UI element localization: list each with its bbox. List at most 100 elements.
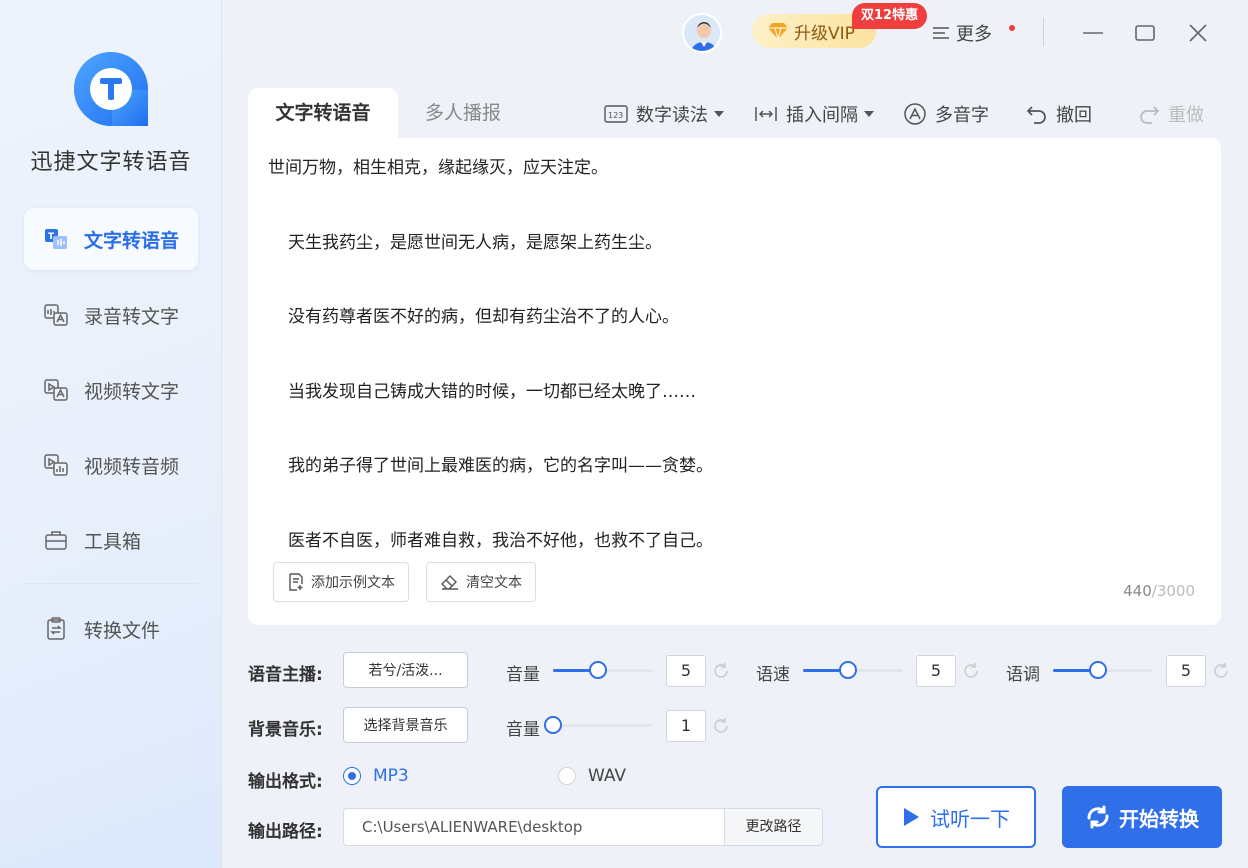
- sidebar-divider: [24, 583, 198, 584]
- toolbox-icon: [42, 526, 70, 554]
- title-bar: 升级VIP 双12特惠 更多: [222, 0, 1248, 68]
- sidebar-item-video-to-audio[interactable]: 视频转音频: [24, 434, 198, 496]
- background-music-label: 背景音乐:: [248, 720, 323, 740]
- notification-dot: [1009, 25, 1015, 31]
- radio-dot: [558, 767, 576, 785]
- bgm-volume-value[interactable]: 1: [666, 710, 706, 742]
- sidebar-item-label: 录音转文字: [84, 305, 180, 328]
- speed-slider[interactable]: [803, 661, 903, 679]
- insert-pause-dropdown[interactable]: 插入间隔: [754, 98, 874, 130]
- voice-anchor-select[interactable]: 若兮/活泼...: [343, 652, 468, 688]
- audio-to-text-icon: [42, 301, 70, 329]
- sidebar-item-audio-to-text[interactable]: 录音转文字: [24, 284, 198, 346]
- volume-value[interactable]: 5: [666, 655, 706, 687]
- slider-thumb[interactable]: [544, 716, 562, 734]
- slider-thumb[interactable]: [1089, 661, 1107, 679]
- pitch-label: 语调: [1006, 665, 1040, 685]
- volume-slider[interactable]: [553, 661, 653, 679]
- sidebar-item-label: 转换文件: [84, 619, 161, 642]
- more-menu-button[interactable]: 更多: [932, 20, 992, 46]
- reset-icon[interactable]: [961, 661, 981, 681]
- sidebar-item-text-to-speech[interactable]: T 文字转语音: [24, 208, 198, 270]
- chevron-down-icon: [864, 111, 874, 117]
- bgm-volume-slider[interactable]: [544, 716, 653, 734]
- reset-icon[interactable]: [1211, 661, 1231, 681]
- format-mp3-label: MP3: [373, 766, 409, 786]
- clear-text-button[interactable]: 清空文本: [426, 562, 536, 602]
- pause-interval-icon: [754, 104, 778, 124]
- start-conversion-button[interactable]: 开始转换: [1062, 786, 1222, 848]
- document-add-icon: [287, 573, 305, 591]
- reset-icon[interactable]: [711, 661, 731, 681]
- radio-dot: [343, 767, 361, 785]
- converted-files-icon: [42, 615, 70, 643]
- editor-line: 当我发现自己铸成大错的时候，一切都已经太晚了……: [288, 381, 696, 402]
- polyphone-label: 多音字: [935, 105, 989, 126]
- redo-button[interactable]: 重做: [1138, 98, 1204, 130]
- character-count: 440/3000: [1123, 582, 1195, 600]
- editor-line: 天生我药尘，是愿世间无人病，是愿架上药生尘。: [288, 232, 662, 253]
- polyphone-icon: [903, 102, 927, 126]
- preview-label: 试听一下: [930, 806, 1010, 831]
- tab-multi-speaker[interactable]: 多人播报: [398, 88, 528, 138]
- output-path-label: 输出路径:: [248, 822, 323, 842]
- editor-line: 没有药尊者医不好的病，但却有药尘治不了的人心。: [288, 307, 679, 327]
- format-wav-label: WAV: [588, 766, 627, 786]
- add-sample-label: 添加示例文本: [311, 575, 395, 591]
- speed-label: 语速: [756, 665, 790, 685]
- change-path-button[interactable]: 更改路径: [724, 808, 823, 846]
- sidebar: 迅捷文字转语音 T 文字转语音 录音转文字 视频转文字 视频转音频 工具箱 转换…: [0, 0, 222, 868]
- user-avatar[interactable]: [682, 13, 722, 53]
- slider-thumb[interactable]: [839, 661, 857, 679]
- polyphone-button[interactable]: 多音字: [903, 98, 989, 130]
- text-editor[interactable]: 世间万物，相生相克，缘起缘灭，应天注定。 天生我药尘，是愿世间无人病，是愿架上药…: [248, 138, 1221, 625]
- video-to-text-icon: [42, 376, 70, 404]
- play-icon: [902, 807, 920, 827]
- video-to-audio-icon: [42, 451, 70, 479]
- output-path-field[interactable]: C:\Users\ALIENWARE\desktop: [343, 808, 725, 846]
- maximize-button[interactable]: [1130, 18, 1160, 48]
- pitch-value[interactable]: 5: [1166, 655, 1206, 687]
- diamond-icon: [768, 22, 788, 40]
- choose-background-music-button[interactable]: 选择背景音乐: [343, 707, 468, 743]
- add-sample-text-button[interactable]: 添加示例文本: [273, 562, 409, 602]
- close-button[interactable]: [1183, 18, 1213, 48]
- start-conversion-label: 开始转换: [1119, 806, 1199, 831]
- speed-value[interactable]: 5: [916, 655, 956, 687]
- reset-icon[interactable]: [711, 716, 731, 736]
- sidebar-item-toolbox[interactable]: 工具箱: [24, 509, 198, 571]
- format-mp3-radio[interactable]: MP3: [343, 766, 409, 786]
- number-reading-dropdown[interactable]: 123 数字读法: [604, 98, 724, 130]
- sidebar-item-video-to-text[interactable]: 视频转文字: [24, 359, 198, 421]
- number-123-icon: 123: [604, 104, 628, 124]
- slider-thumb[interactable]: [589, 661, 607, 679]
- editor-content[interactable]: 世间万物，相生相克，缘起缘灭，应天注定。 天生我药尘，是愿世间无人病，是愿架上药…: [268, 156, 1188, 556]
- format-wav-radio[interactable]: WAV: [558, 766, 626, 786]
- minimize-button[interactable]: [1078, 18, 1108, 48]
- vip-label: 升级VIP: [794, 23, 855, 44]
- voice-anchor-label: 语音主播:: [248, 665, 323, 685]
- app-name: 迅捷文字转语音: [30, 150, 192, 175]
- sidebar-item-label: 工具箱: [84, 530, 142, 553]
- number-reading-label: 数字读法: [636, 105, 708, 126]
- preview-button[interactable]: 试听一下: [876, 786, 1036, 848]
- svg-text:123: 123: [608, 111, 623, 120]
- promo-badge: 双12特惠: [852, 3, 928, 29]
- tab-text-to-speech[interactable]: 文字转语音: [248, 88, 398, 138]
- pitch-slider[interactable]: [1053, 661, 1153, 679]
- volume-label: 音量: [506, 665, 540, 685]
- eraser-icon: [440, 573, 460, 591]
- editor-line: 医者不自医，师者难自救，我治不好他，也救不了自己。: [288, 530, 713, 551]
- undo-button[interactable]: 撤回: [1026, 98, 1092, 130]
- undo-label: 撤回: [1056, 105, 1092, 126]
- sidebar-item-label: 文字转语音: [84, 229, 180, 252]
- sidebar-item-converted-files[interactable]: 转换文件: [24, 598, 198, 660]
- undo-icon: [1026, 104, 1048, 124]
- window-controls-divider: [1043, 18, 1044, 46]
- editor-line: 我的弟子得了世间上最难医的病，它的名字叫——贪婪。: [288, 456, 713, 476]
- menu-icon: [932, 25, 950, 41]
- bgm-volume-label: 音量: [506, 720, 540, 740]
- chevron-down-icon: [714, 111, 724, 117]
- char-count-current: 440: [1123, 582, 1152, 600]
- sidebar-item-label: 视频转音频: [84, 455, 180, 478]
